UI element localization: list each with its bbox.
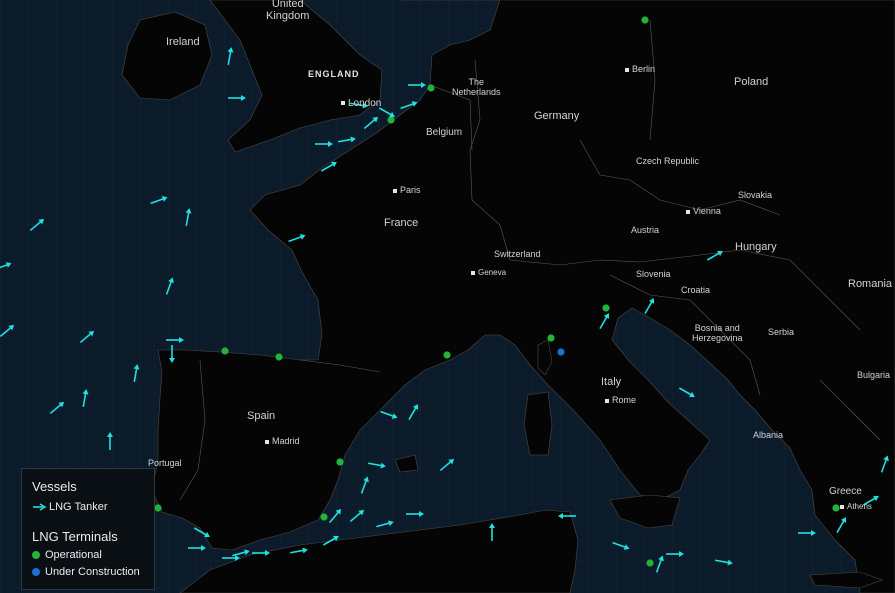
legend-construction-row: Under Construction: [32, 566, 140, 578]
legend-vessels-title: Vessels: [32, 479, 77, 494]
terminal-operational[interactable]: [443, 351, 451, 359]
label-serbia: Serbia: [768, 327, 795, 337]
terminal-operational[interactable]: [602, 304, 610, 312]
label-netherlands: The Netherlands: [452, 77, 501, 97]
label-madrid: Madrid: [265, 436, 300, 446]
label-spain: Spain: [247, 410, 276, 422]
label-germany: Germany: [534, 110, 580, 122]
terminal-operational[interactable]: [336, 458, 344, 466]
map-legend: Vessels LNG Tanker LNG Terminals Operati…: [21, 468, 155, 590]
terminal-operational[interactable]: [547, 334, 555, 342]
label-italy: Italy: [601, 376, 622, 388]
label-athens: Athens: [840, 502, 872, 511]
label-london: London: [341, 98, 381, 109]
terminal-operational[interactable]: [275, 353, 283, 361]
terminal-operational[interactable]: [320, 513, 328, 521]
legend-operational-row: Operational: [32, 549, 102, 561]
legend-terminals-title: LNG Terminals: [32, 529, 118, 544]
label-albania: Albania: [753, 430, 784, 440]
legend-tanker-row: LNG Tanker: [32, 501, 108, 513]
terminal-operational[interactable]: [832, 504, 840, 512]
label-france: France: [384, 217, 419, 229]
label-bulgaria: Bulgaria: [857, 370, 891, 380]
terminal-operational[interactable]: [221, 347, 229, 355]
terminal-operational[interactable]: [641, 16, 649, 24]
terminal-under-construction[interactable]: [557, 348, 565, 356]
label-poland: Poland: [734, 76, 769, 88]
legend-construction-label: Under Construction: [45, 566, 140, 578]
terminal-operational[interactable]: [387, 116, 395, 124]
label-slovakia: Slovakia: [738, 190, 773, 200]
label-greece: Greece: [829, 486, 862, 497]
construction-dot-icon: [32, 568, 40, 576]
label-belgium: Belgium: [426, 127, 463, 138]
label-romania: Romania: [848, 278, 893, 290]
label-austria: Austria: [631, 225, 660, 235]
label-czech-republic: Czech Republic: [636, 156, 700, 166]
label-england: ENGLAND: [308, 69, 360, 79]
label-geneva: Geneva: [471, 268, 506, 277]
label-slovenia: Slovenia: [636, 269, 671, 279]
operational-dot-icon: [32, 551, 40, 559]
label-croatia: Croatia: [681, 285, 711, 295]
legend-tanker-label: LNG Tanker: [49, 501, 108, 513]
label-berlin: Berlin: [625, 64, 655, 74]
label-switzerland: Switzerland: [494, 249, 541, 259]
label-rome: Rome: [605, 395, 636, 405]
label-united-kingdom: United Kingdom: [266, 0, 310, 22]
label-ireland: Ireland: [166, 36, 200, 48]
label-vienna: Vienna: [686, 206, 721, 216]
label-paris: Paris: [393, 185, 421, 195]
terminal-operational[interactable]: [646, 559, 654, 567]
legend-operational-label: Operational: [45, 549, 102, 561]
terminal-operational[interactable]: [427, 84, 435, 92]
label-bosnia: Bosnia and Herzegovina: [692, 323, 743, 343]
tanker-arrow-icon: [33, 503, 46, 511]
terminal-operational[interactable]: [154, 504, 162, 512]
label-hungary: Hungary: [735, 241, 777, 253]
label-portugal: Portugal: [148, 458, 182, 468]
